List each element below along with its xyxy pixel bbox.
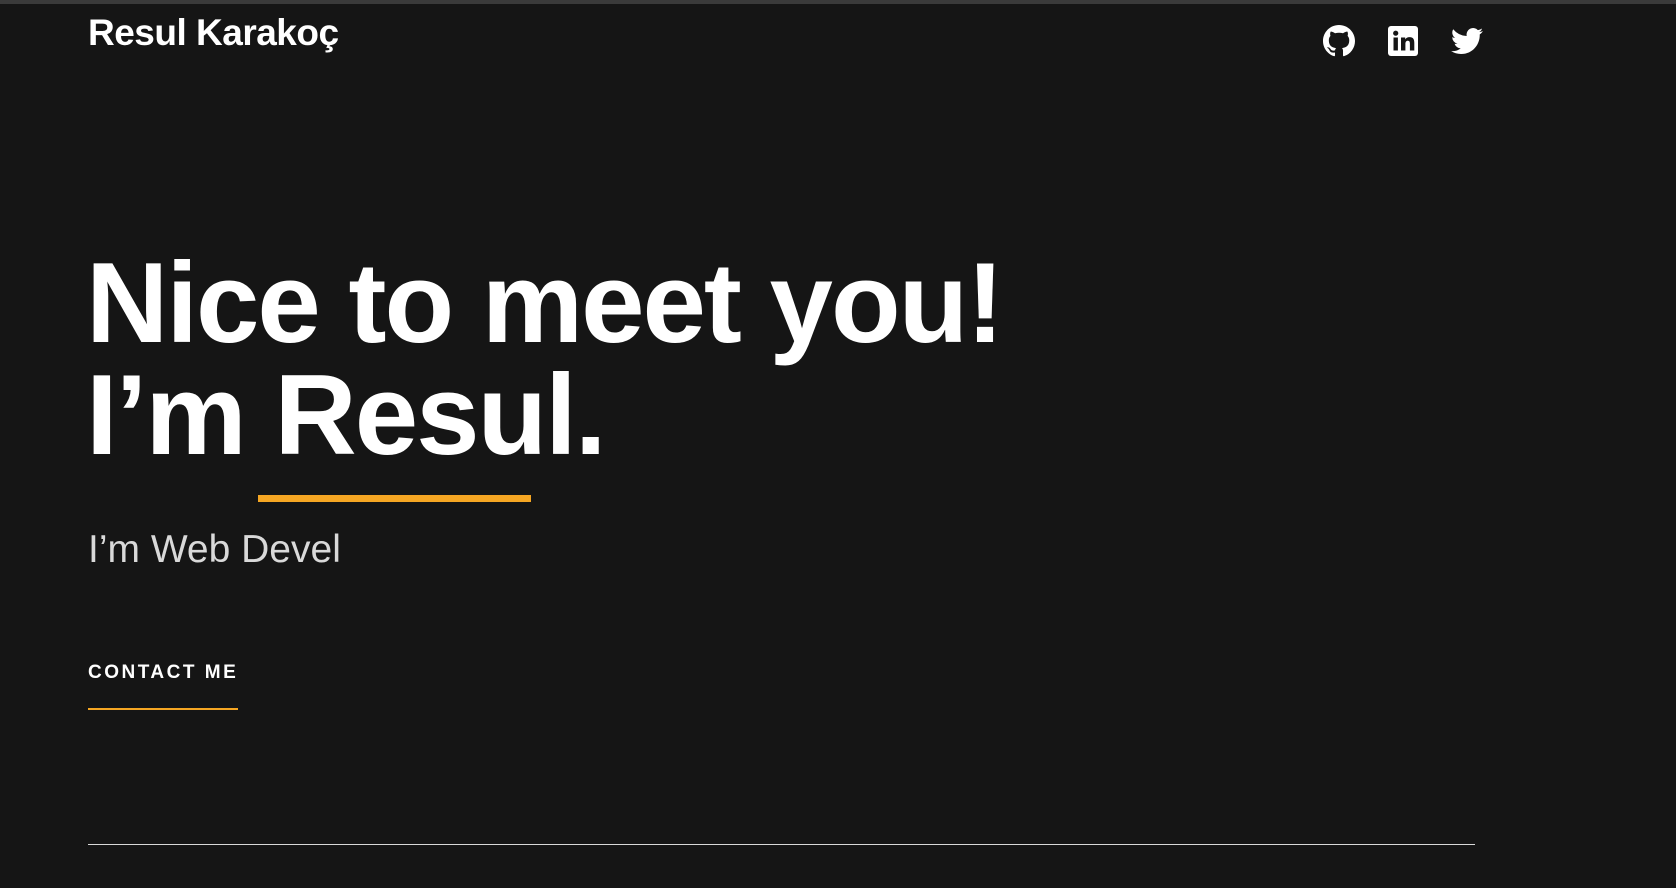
github-link[interactable] xyxy=(1322,24,1356,58)
hero-headline: Nice to meet you! I’m Resul. xyxy=(86,240,1004,473)
social-links xyxy=(1322,24,1484,58)
hero-subtitle: I’m Web Devel xyxy=(88,528,341,571)
headline-period: . xyxy=(574,352,607,479)
headline-line-2: I’m Resul. xyxy=(86,359,1002,473)
section-divider xyxy=(88,844,1475,845)
name-underline xyxy=(258,495,531,502)
twitter-icon xyxy=(1451,25,1483,57)
github-icon xyxy=(1323,25,1355,57)
headline-prefix: I’m xyxy=(86,352,275,479)
twitter-link[interactable] xyxy=(1450,24,1484,58)
page: Resul Karakoç Nice to meet you! I’m Resu… xyxy=(0,0,1676,888)
site-brand[interactable]: Resul Karakoç xyxy=(88,12,339,54)
hero-name: Resul xyxy=(274,352,576,479)
contact-me-link[interactable]: CONTACT ME xyxy=(88,662,239,710)
headline-line-1: Nice to meet you! xyxy=(86,240,1004,367)
linkedin-icon xyxy=(1387,25,1419,57)
linkedin-link[interactable] xyxy=(1386,24,1420,58)
